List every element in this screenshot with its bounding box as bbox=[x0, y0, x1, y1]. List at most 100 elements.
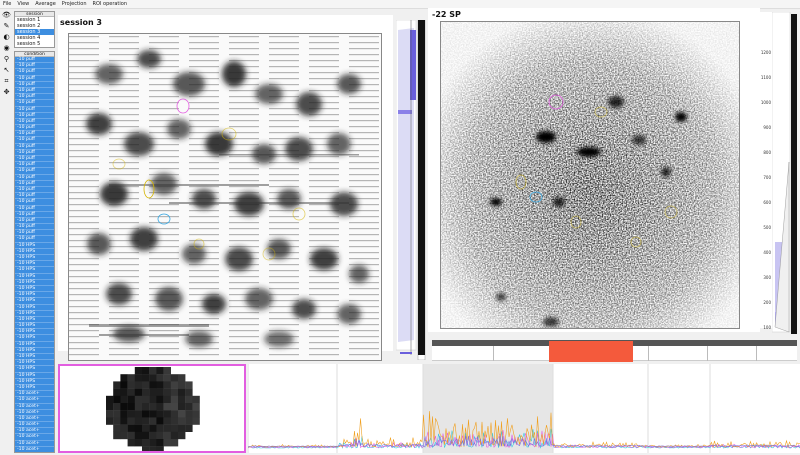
scrubber-tick bbox=[648, 346, 649, 361]
roi-pixel bbox=[134, 439, 143, 447]
menu-projection[interactable]: Projection bbox=[62, 1, 87, 7]
y-tick-label: 700 bbox=[763, 175, 771, 180]
roi-pixel bbox=[156, 439, 164, 447]
roi-pixel bbox=[106, 410, 114, 418]
roi-pixel bbox=[192, 417, 200, 425]
roi-pixel bbox=[170, 424, 179, 432]
roi-pixel bbox=[178, 395, 186, 404]
roi-pixel bbox=[106, 395, 114, 404]
roi-zoom-panel[interactable] bbox=[58, 364, 246, 454]
y-tick-label: 1100 bbox=[760, 75, 771, 80]
roi-pixel bbox=[127, 431, 135, 440]
roi-pixel bbox=[149, 424, 157, 432]
roi-pixel bbox=[113, 388, 121, 396]
pointer-roi-icon[interactable]: ✎ bbox=[2, 22, 11, 31]
time-window-handle[interactable] bbox=[549, 341, 633, 362]
scrubber-tick bbox=[707, 346, 708, 361]
visibility-icon[interactable]: ◉ bbox=[2, 44, 11, 53]
roi-pixel bbox=[192, 410, 200, 418]
roi-pixel bbox=[120, 374, 128, 382]
roi-pixel bbox=[120, 431, 128, 440]
roi-pixel bbox=[149, 439, 157, 447]
roi-pixel bbox=[142, 410, 150, 418]
roi-pixel bbox=[113, 417, 121, 425]
session-image-title: session 3 bbox=[60, 18, 102, 27]
roi-pixel bbox=[142, 388, 150, 396]
roi-pixel bbox=[163, 417, 171, 425]
roi-pixel bbox=[170, 417, 179, 425]
eye-icon[interactable]: 👁 bbox=[2, 11, 11, 20]
move-icon[interactable]: ✥ bbox=[2, 88, 11, 97]
roi-pixel bbox=[134, 388, 143, 396]
right-colorbar[interactable] bbox=[771, 11, 798, 337]
roi-pixel bbox=[106, 403, 114, 411]
roi-pixel bbox=[142, 417, 150, 425]
roi-pixel bbox=[127, 388, 135, 396]
y-tick-label: 400 bbox=[763, 250, 771, 255]
roi-pixel bbox=[120, 410, 128, 418]
menu-roi-operation[interactable]: ROI operation bbox=[93, 1, 127, 7]
y-tick-label: 1200 bbox=[760, 50, 771, 55]
roi-pixel bbox=[113, 381, 121, 389]
roi-pixel bbox=[192, 403, 200, 411]
roi-pixel bbox=[156, 410, 164, 418]
roi-pixel bbox=[120, 395, 128, 404]
crop-icon[interactable]: ⌗ bbox=[2, 77, 11, 86]
roi-pixel bbox=[156, 374, 164, 382]
roi-pixel bbox=[134, 431, 143, 440]
roi-pixel bbox=[142, 367, 150, 375]
roi-pixel bbox=[170, 381, 179, 389]
session-item[interactable]: session 5 bbox=[15, 41, 54, 47]
roi-trace-plot[interactable] bbox=[247, 364, 800, 453]
session-image-panel: session 3 bbox=[58, 15, 393, 361]
roi-pixel bbox=[170, 374, 179, 382]
y-tick-label: 900 bbox=[763, 125, 771, 130]
roi-pixel bbox=[113, 431, 121, 440]
menu-file[interactable]: File bbox=[3, 1, 11, 7]
roi-pixel bbox=[178, 381, 186, 389]
time-scrubber[interactable] bbox=[432, 340, 797, 362]
zoom-icon[interactable]: ⚲ bbox=[2, 55, 11, 64]
condition-image-panel: -22 SP bbox=[428, 8, 760, 332]
roi-pixel bbox=[156, 381, 164, 389]
toolbar: 👁 ✎ ◐ ◉ ⚲ ↖ ⌗ ✥ bbox=[2, 11, 12, 97]
roi-pixel bbox=[127, 374, 135, 382]
session-mean-image[interactable] bbox=[68, 33, 382, 361]
roi-pixel bbox=[185, 403, 193, 411]
menu-view[interactable]: View bbox=[17, 1, 29, 7]
roi-pixel bbox=[163, 381, 171, 389]
roi-pixel bbox=[156, 367, 164, 375]
roi-pixel bbox=[149, 388, 157, 396]
roi-pixel bbox=[127, 410, 135, 418]
scrubber-tick bbox=[756, 346, 757, 361]
roi-pixel bbox=[127, 417, 135, 425]
roi-pixel bbox=[120, 388, 128, 396]
roi-pixel bbox=[170, 388, 179, 396]
roi-pixel bbox=[156, 446, 164, 454]
contrast-icon[interactable]: ◐ bbox=[2, 33, 11, 42]
cursor-icon[interactable]: ↖ bbox=[2, 66, 11, 75]
roi-pixel bbox=[185, 424, 193, 432]
roi-pixel bbox=[178, 410, 186, 418]
session-list: session session 1 session 2 session 3 sessi… bbox=[14, 11, 55, 48]
menu-average[interactable]: Average bbox=[35, 1, 56, 7]
condition-list[interactable]: condition -10 puff -10 puff -10 puff -10 pu… bbox=[14, 51, 55, 453]
roi-pixel bbox=[156, 417, 164, 425]
roi-pixel bbox=[163, 388, 171, 396]
roi-pixel bbox=[170, 403, 179, 411]
roi-pixel bbox=[142, 374, 150, 382]
roi-pixel bbox=[142, 431, 150, 440]
condition-item[interactable]: -10 acet+ bbox=[15, 446, 54, 452]
roi-pixel bbox=[178, 374, 186, 382]
roi-pixel bbox=[178, 417, 186, 425]
roi-pixel bbox=[149, 395, 157, 404]
roi-pixel bbox=[178, 431, 186, 440]
roi-pixel bbox=[142, 395, 150, 404]
condition-image-title: -22 SP bbox=[432, 10, 461, 19]
roi-pixel bbox=[163, 395, 171, 404]
condition-response-image[interactable] bbox=[440, 21, 740, 329]
roi-pixel bbox=[170, 439, 179, 447]
roi-pixel bbox=[134, 417, 143, 425]
roi-pixel bbox=[134, 374, 143, 382]
left-colorbar[interactable] bbox=[395, 19, 428, 361]
